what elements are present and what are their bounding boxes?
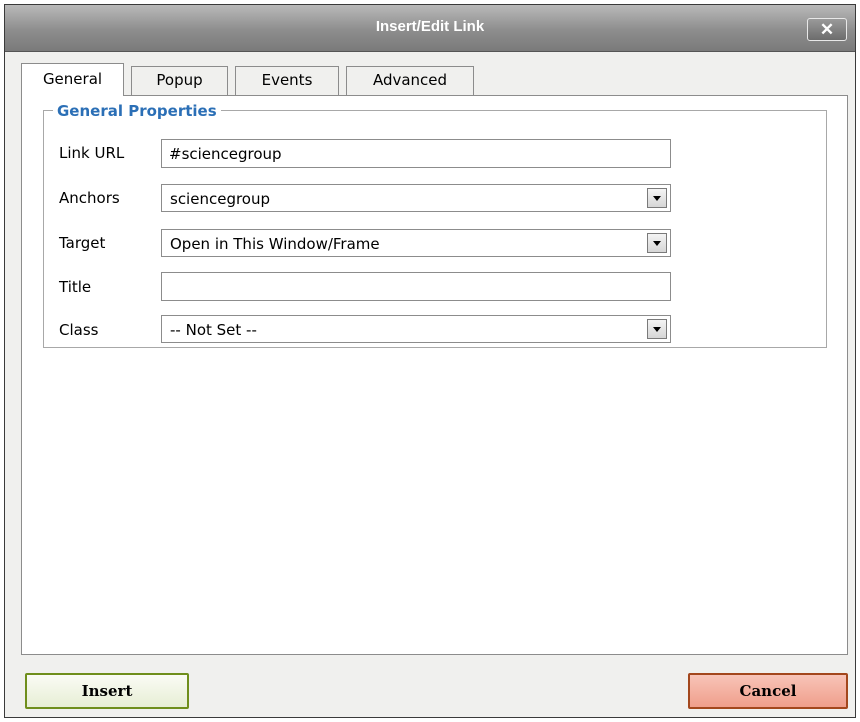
- link-url-input[interactable]: #sciencegroup: [161, 139, 671, 168]
- tab-popup[interactable]: Popup: [131, 66, 228, 95]
- target-select[interactable]: Open in This Window/Frame: [161, 229, 671, 257]
- anchors-label: Anchors: [59, 189, 120, 207]
- anchors-select[interactable]: sciencegroup: [161, 184, 671, 212]
- close-icon[interactable]: ✕: [807, 18, 847, 41]
- chevron-down-icon[interactable]: [647, 319, 667, 339]
- tab-general[interactable]: General: [21, 63, 124, 96]
- insert-button[interactable]: Insert: [25, 673, 189, 709]
- general-panel: General Properties Link URL #sciencegrou…: [21, 95, 848, 655]
- tab-events[interactable]: Events: [235, 66, 339, 95]
- target-value: Open in This Window/Frame: [170, 235, 380, 253]
- class-value: -- Not Set --: [170, 321, 257, 339]
- fieldset-legend: General Properties: [53, 102, 221, 120]
- dialog-title: Insert/Edit Link: [375, 18, 485, 35]
- class-select[interactable]: -- Not Set --: [161, 315, 671, 343]
- target-label: Target: [59, 234, 106, 252]
- anchors-value: sciencegroup: [170, 190, 271, 208]
- chevron-down-icon[interactable]: [647, 188, 667, 208]
- tab-advanced[interactable]: Advanced: [346, 66, 474, 95]
- link-url-label: Link URL: [59, 144, 125, 162]
- insert-edit-link-dialog: Insert/Edit Link ✕ General Popup Events …: [4, 4, 856, 718]
- chevron-down-icon[interactable]: [647, 233, 667, 253]
- cancel-button[interactable]: Cancel: [688, 673, 848, 709]
- title-label: Title: [59, 278, 92, 296]
- title-bar[interactable]: Insert/Edit Link ✕: [5, 5, 855, 52]
- title-input[interactable]: [161, 272, 671, 301]
- class-label: Class: [59, 321, 99, 339]
- general-properties-fieldset: General Properties Link URL #sciencegrou…: [43, 102, 827, 348]
